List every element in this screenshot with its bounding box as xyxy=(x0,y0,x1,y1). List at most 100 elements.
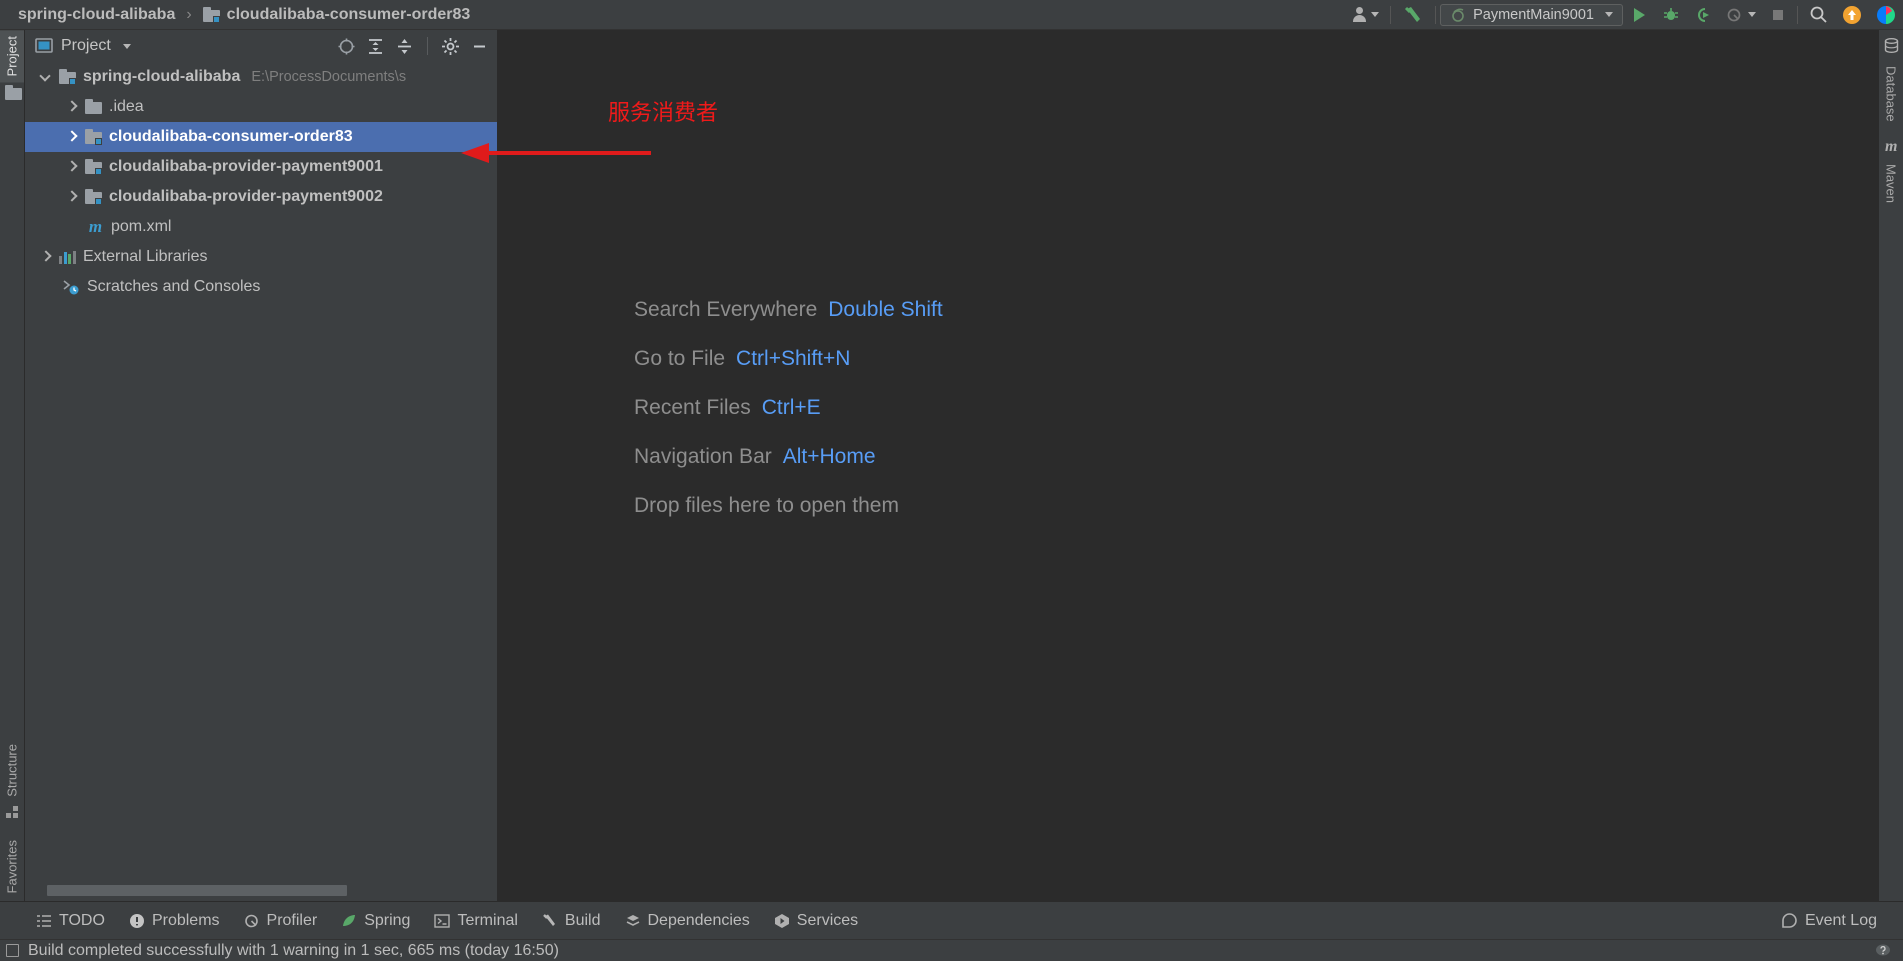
bottom-item-label: Spring xyxy=(364,911,411,929)
hint-action-label: Search Everywhere xyxy=(634,298,818,321)
user-icon[interactable] xyxy=(1345,0,1386,30)
bottom-item-label: Profiler xyxy=(266,911,318,929)
profile-icon[interactable] xyxy=(1719,0,1763,30)
tree-node-label: .idea xyxy=(109,98,144,115)
breadcrumb-item-current[interactable]: cloudalibaba-consumer-order83 xyxy=(199,6,475,24)
run-with-coverage-icon[interactable] xyxy=(1687,0,1719,30)
bottom-item-label: TODO xyxy=(59,911,105,929)
sidebar-item-label: Maven xyxy=(1883,163,1899,203)
collapse-all-icon[interactable] xyxy=(395,37,414,56)
bottom-item-spring[interactable]: Spring xyxy=(341,912,410,930)
bottom-item-services[interactable]: Services xyxy=(774,912,858,930)
chevron-down-icon[interactable] xyxy=(122,43,131,49)
scratches-icon xyxy=(63,279,80,295)
sidebar-item-favorites[interactable]: Favorites xyxy=(0,834,24,899)
sidebar-item-label: Project xyxy=(4,36,20,77)
chevron-down-icon xyxy=(1748,12,1756,17)
chevron-right-icon[interactable] xyxy=(65,131,78,144)
help-balloon-icon[interactable] xyxy=(1873,943,1893,959)
editor-shortcut-hints: Search Everywhere Double Shift Go to Fil… xyxy=(634,298,943,518)
tree-node-cloudalibaba-provider-payment9001[interactable]: cloudalibaba-provider-payment9001 xyxy=(25,152,497,182)
update-available-icon[interactable] xyxy=(1835,0,1869,30)
project-tree[interactable]: spring-cloud-alibaba E:\ProcessDocuments… xyxy=(25,62,497,877)
annotation-arrow-icon xyxy=(461,143,651,163)
right-tool-window-strip: Database m Maven xyxy=(1878,30,1903,931)
chevron-right-icon[interactable] xyxy=(39,251,52,264)
chevron-right-icon[interactable] xyxy=(65,101,78,114)
tree-node-spring-cloud-alibaba[interactable]: spring-cloud-alibaba E:\ProcessDocuments… xyxy=(25,62,497,92)
tree-node-pom-xml[interactable]: m pom.xml xyxy=(25,212,497,242)
tree-node-idea[interactable]: .idea xyxy=(25,92,497,122)
left-tool-window-strip: Project Structure Favorites xyxy=(0,30,25,931)
tree-node-scratches-and-consoles[interactable]: Scratches and Consoles xyxy=(25,272,497,302)
toolbar-divider xyxy=(1435,5,1437,24)
run-icon[interactable] xyxy=(1623,0,1655,30)
bottom-item-event-log[interactable]: Event Log xyxy=(1781,912,1877,930)
profiler-icon xyxy=(244,914,258,927)
hint-shortcut-label: Ctrl+E xyxy=(761,396,821,419)
problems-warning-icon xyxy=(129,913,144,928)
intellij-logo-icon[interactable] xyxy=(1869,0,1903,30)
build-hammer-icon[interactable] xyxy=(1395,0,1431,30)
sidebar-item-maven[interactable]: Maven xyxy=(1879,158,1903,209)
bottom-item-label: Services xyxy=(796,911,859,929)
stop-icon[interactable] xyxy=(1763,0,1793,30)
bottom-item-todo[interactable]: TODO xyxy=(36,912,105,930)
sidebar-item-database[interactable]: Database xyxy=(1879,60,1903,128)
hint-drop-files: Drop files here to open them xyxy=(634,494,943,518)
spring-boot-icon xyxy=(1452,8,1464,22)
tree-node-label: cloudalibaba-provider-payment9002 xyxy=(109,188,383,205)
chevron-right-icon[interactable] xyxy=(65,191,78,204)
spring-leaf-icon xyxy=(343,914,356,926)
search-icon[interactable] xyxy=(1802,0,1835,30)
bottom-item-terminal[interactable]: Terminal xyxy=(434,911,518,930)
status-message: Build completed successfully with 1 warn… xyxy=(28,941,559,959)
run-configuration-selector[interactable]: PaymentMain9001 xyxy=(1440,3,1623,26)
tree-node-label: pom.xml xyxy=(111,218,172,235)
tree-node-cloudalibaba-consumer-order83[interactable]: cloudalibaba-consumer-order83 xyxy=(25,122,497,152)
chevron-right-icon[interactable] xyxy=(65,161,78,174)
editor-empty-area: Search Everywhere Double Shift Go to Fil… xyxy=(498,30,1878,901)
expand-all-icon[interactable] xyxy=(366,37,385,56)
external-libraries-icon xyxy=(59,250,76,264)
bottom-item-dependencies[interactable]: Dependencies xyxy=(625,912,750,930)
hide-minimize-icon[interactable] xyxy=(470,37,489,56)
project-panel-title: Project xyxy=(61,37,111,54)
hint-recent-files: Recent Files Ctrl+E xyxy=(634,396,943,420)
folder-icon xyxy=(85,99,102,114)
tree-node-label: spring-cloud-alibaba xyxy=(83,68,241,85)
bottom-tool-window-bar: TODO Problems Profiler Spring Terminal B… xyxy=(0,901,1903,939)
main-toolbar: PaymentMain9001 xyxy=(1345,0,1903,30)
project-tree-horizontal-scrollbar[interactable] xyxy=(25,884,498,897)
scrollbar-thumb[interactable] xyxy=(47,885,347,896)
breadcrumb-item-root[interactable]: spring-cloud-alibaba xyxy=(14,6,179,24)
module-folder-icon xyxy=(59,69,76,85)
bottom-item-label: Terminal xyxy=(457,911,518,929)
panel-divider xyxy=(427,37,428,55)
breadcrumb-current-label: cloudalibaba-consumer-order83 xyxy=(226,5,471,23)
module-folder-icon xyxy=(85,189,102,205)
hint-shortcut-label: Double Shift xyxy=(828,298,943,321)
maven-pom-icon: m xyxy=(88,217,103,236)
bottom-item-problems[interactable]: Problems xyxy=(129,912,220,930)
sidebar-item-project[interactable]: Project xyxy=(0,30,24,83)
select-opened-file-icon[interactable] xyxy=(337,37,356,56)
settings-gear-icon[interactable] xyxy=(441,37,460,56)
tree-node-label: Scratches and Consoles xyxy=(87,278,261,295)
hint-search-everywhere: Search Everywhere Double Shift xyxy=(634,298,943,322)
sidebar-item-label: Database xyxy=(1883,66,1899,122)
services-icon xyxy=(774,913,789,928)
module-folder-icon xyxy=(85,129,102,145)
sidebar-item-structure[interactable]: Structure xyxy=(0,738,24,803)
breadcrumb-separator-icon: › xyxy=(186,5,192,23)
project-view-icon xyxy=(35,38,53,53)
bottom-item-build[interactable]: Build xyxy=(542,912,601,930)
tree-node-external-libraries[interactable]: External Libraries xyxy=(25,242,497,272)
status-bar-right xyxy=(1873,943,1893,959)
debug-icon[interactable] xyxy=(1655,0,1687,30)
terminal-icon xyxy=(434,913,451,928)
bottom-item-profiler[interactable]: Profiler xyxy=(244,911,318,930)
chevron-down-icon[interactable] xyxy=(39,71,52,84)
tree-node-cloudalibaba-provider-payment9002[interactable]: cloudalibaba-provider-payment9002 xyxy=(25,182,497,212)
hint-action-label: Navigation Bar xyxy=(634,445,772,468)
